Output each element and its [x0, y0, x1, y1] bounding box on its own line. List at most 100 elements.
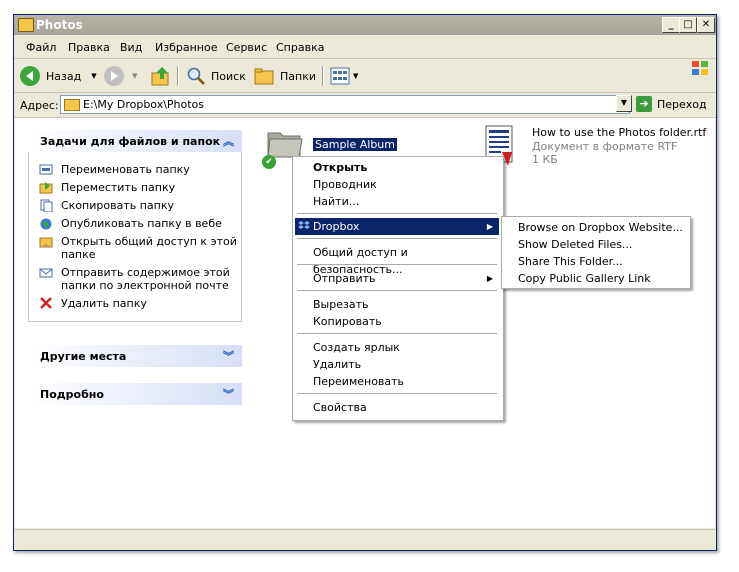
- file-tasks-title: Задачи для файлов и папок: [40, 135, 221, 148]
- maximize-button[interactable]: □: [679, 17, 697, 33]
- back-arrow-icon: [20, 66, 40, 86]
- search-button[interactable]: Поиск: [186, 64, 246, 88]
- collapse-chevron-icon[interactable]: ︽: [223, 133, 234, 149]
- submenu-show-deleted[interactable]: Show Deleted Files...: [504, 236, 686, 253]
- rtf-file-size: 1 КБ: [532, 153, 558, 166]
- task-label: Отправить содержимое этой папки по элект…: [61, 266, 230, 292]
- address-input[interactable]: E:\My Dropbox\Photos: [60, 95, 630, 114]
- folders-label: Папки: [280, 69, 316, 83]
- dropbox-submenu: Browse on Dropbox Website... Show Delete…: [501, 216, 691, 289]
- go-button[interactable]: ➔ Переход: [636, 96, 707, 112]
- task-rename-folder[interactable]: Переименовать папку: [39, 163, 237, 176]
- sync-check-icon: ✔: [262, 155, 276, 169]
- share-folder-icon: [39, 237, 53, 248]
- task-label: Опубликовать папку в вебе: [61, 217, 222, 230]
- menu-rename[interactable]: Переименовать: [295, 373, 499, 390]
- menu-copy[interactable]: Копировать: [295, 313, 499, 330]
- toolbar-separator: [177, 66, 179, 86]
- task-copy-folder[interactable]: Скопировать папку: [39, 199, 237, 212]
- close-button[interactable]: ✕: [697, 17, 715, 33]
- back-dropdown-icon[interactable]: ▼: [91, 72, 96, 80]
- views-dropdown-icon[interactable]: ▼: [353, 72, 358, 80]
- copy-icon: [40, 199, 53, 212]
- folders-button[interactable]: Папки: [254, 64, 316, 88]
- submenu-arrow-icon: ▶: [486, 274, 493, 283]
- title-bar[interactable]: Photos _ □ ✕: [14, 15, 716, 35]
- address-label: Адрес:: [20, 99, 59, 112]
- task-label: Переместить папку: [61, 181, 176, 194]
- task-share-folder[interactable]: Открыть общий доступ к этой папке: [39, 235, 237, 261]
- menu-separator: [297, 213, 497, 214]
- menu-find[interactable]: Найти...: [295, 193, 499, 210]
- file-tasks-panel: Задачи для файлов и папок ︽ Переименоват…: [28, 130, 242, 322]
- menu-bar: Файл Правка Вид Избранное Сервис Справка: [14, 36, 716, 75]
- file-tasks-list: Переименовать папку Переместить папку Ск…: [28, 152, 242, 322]
- expand-chevron-icon[interactable]: ︾: [223, 348, 234, 364]
- dropbox-icon: [298, 221, 310, 229]
- menu-file[interactable]: Файл: [26, 41, 56, 54]
- menu-tools[interactable]: Сервис: [226, 41, 267, 54]
- go-arrow-icon: ➔: [636, 96, 652, 112]
- folder-name-label[interactable]: Sample Album: [313, 138, 397, 151]
- menu-separator: [297, 393, 497, 394]
- menu-open[interactable]: Открыть: [295, 159, 499, 176]
- task-label: Переименовать папку: [61, 163, 190, 176]
- task-publish-folder[interactable]: Опубликовать папку в вебе: [39, 217, 237, 230]
- menu-favorites[interactable]: Избранное: [155, 41, 217, 54]
- details-header[interactable]: Подробно ︾: [28, 383, 242, 405]
- rtf-file-type: Документ в формате RTF: [532, 140, 678, 153]
- task-move-folder[interactable]: Переместить папку: [39, 181, 237, 194]
- forward-button[interactable]: ▼: [104, 64, 137, 88]
- move-folder-icon: [39, 182, 53, 194]
- menu-separator: [297, 238, 497, 239]
- task-delete-folder[interactable]: Удалить папку: [39, 297, 237, 310]
- menu-dropbox[interactable]: Dropbox ▶: [295, 218, 499, 235]
- submenu-share-folder[interactable]: Share This Folder...: [504, 253, 686, 270]
- minimize-button[interactable]: _: [662, 17, 680, 33]
- other-places-header[interactable]: Другие места ︾: [28, 345, 242, 367]
- context-menu: Открыть Проводник Найти... Dropbox ▶ Общ…: [292, 156, 504, 421]
- menu-view[interactable]: Вид: [120, 41, 142, 54]
- menu-create-shortcut[interactable]: Создать ярлык: [295, 339, 499, 356]
- up-folder-button[interactable]: [150, 64, 172, 88]
- status-bar: [14, 529, 716, 551]
- submenu-copy-gallery-link[interactable]: Copy Public Gallery Link: [504, 270, 686, 287]
- menu-separator: [297, 333, 497, 334]
- details-title: Подробно: [40, 388, 104, 401]
- menu-help[interactable]: Справка: [276, 41, 324, 54]
- menu-send-to[interactable]: Отправить ▶: [295, 270, 499, 287]
- rename-icon: [39, 164, 53, 175]
- rtf-file-name[interactable]: How to use the Photos folder.rtf: [532, 126, 706, 139]
- menu-delete[interactable]: Удалить: [295, 356, 499, 373]
- toolbar-separator: [322, 66, 324, 86]
- menu-explorer[interactable]: Проводник: [295, 176, 499, 193]
- address-value: E:\My Dropbox\Photos: [83, 98, 205, 111]
- address-dropdown-button[interactable]: ▼: [616, 95, 632, 112]
- file-tasks-header[interactable]: Задачи для файлов и папок ︽: [28, 130, 242, 152]
- shared-folder-icon[interactable]: [266, 127, 304, 159]
- other-places-title: Другие места: [40, 350, 127, 363]
- menu-send-to-label: Отправить: [313, 272, 376, 285]
- globe-icon: [40, 218, 52, 230]
- search-label: Поиск: [211, 69, 246, 83]
- menu-properties[interactable]: Свойства: [295, 399, 499, 416]
- task-label: Удалить папку: [61, 297, 147, 310]
- back-button[interactable]: Назад ▼: [20, 64, 97, 88]
- views-button[interactable]: ▼: [330, 64, 358, 88]
- go-label: Переход: [657, 97, 707, 111]
- menu-cut[interactable]: Вырезать: [295, 296, 499, 313]
- menu-edit[interactable]: Правка: [68, 41, 110, 54]
- menu-sharing[interactable]: Общий доступ и безопасность...: [295, 244, 499, 276]
- forward-dropdown-icon[interactable]: ▼: [132, 72, 137, 80]
- menu-separator: [297, 264, 497, 265]
- email-icon: [39, 268, 53, 278]
- submenu-browse-website[interactable]: Browse on Dropbox Website...: [504, 219, 686, 236]
- menu-separator: [297, 290, 497, 291]
- task-email-folder[interactable]: Отправить содержимое этой папки по элект…: [39, 266, 237, 292]
- delete-icon: [40, 297, 52, 309]
- views-icon: [330, 67, 350, 85]
- task-label: Открыть общий доступ к этой папке: [61, 235, 237, 261]
- up-folder-icon: [151, 67, 169, 86]
- expand-chevron-icon[interactable]: ︾: [223, 386, 234, 402]
- task-label: Скопировать папку: [61, 199, 174, 212]
